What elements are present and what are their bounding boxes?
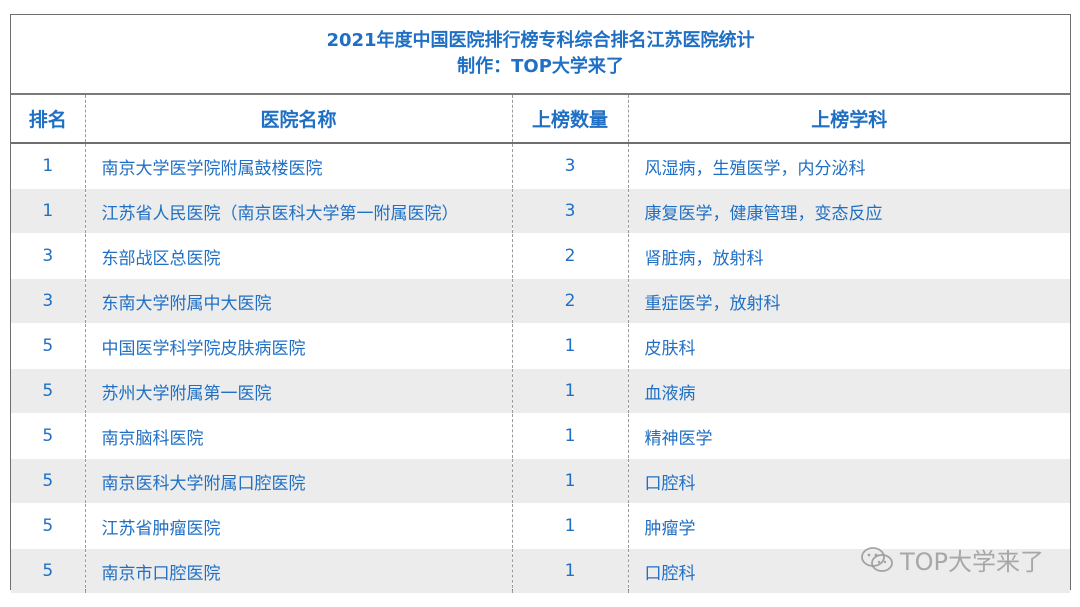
cell-hospital-name: 东部战区总医院 xyxy=(84,233,512,279)
cell-hospital-name: 南京医科大学附属口腔医院 xyxy=(84,458,512,504)
cell-subjects: 血液病 xyxy=(627,368,1070,414)
cell-count: 2 xyxy=(511,233,628,279)
cell-count: 3 xyxy=(511,143,628,189)
cell-subjects: 口腔科 xyxy=(627,458,1070,504)
table-row: 5 苏州大学附属第一医院 1 血液病 xyxy=(11,368,1070,414)
cell-count: 1 xyxy=(511,503,628,549)
cell-hospital-name: 东南大学附属中大医院 xyxy=(84,278,512,324)
cell-rank: 5 xyxy=(11,503,85,549)
cell-rank: 3 xyxy=(11,233,85,279)
cell-subjects: 风湿病，生殖医学，内分泌科 xyxy=(627,143,1070,189)
cell-subjects: 精神医学 xyxy=(627,413,1070,459)
table-row: 3 东部战区总医院 2 肾脏病，放射科 xyxy=(11,233,1070,279)
cell-count: 3 xyxy=(511,188,628,234)
cell-hospital-name: 苏州大学附属第一医院 xyxy=(84,368,512,414)
cell-rank: 5 xyxy=(11,368,85,414)
table-row: 3 东南大学附属中大医院 2 重症医学，放射科 xyxy=(11,278,1070,324)
table-row: 1 江苏省人民医院（南京医科大学第一附属医院） 3 康复医学，健康管理，变态反应 xyxy=(11,188,1070,234)
cell-count: 1 xyxy=(511,548,628,594)
cell-rank: 5 xyxy=(11,458,85,504)
table-row: 5 江苏省肿瘤医院 1 肿瘤学 xyxy=(11,503,1070,549)
header-rank: 排名 xyxy=(11,95,85,144)
table-row: 5 南京市口腔医院 1 口腔科 xyxy=(11,548,1070,594)
page: 2021年度中国医院排行榜专科综合排名江苏医院统计 制作：TOP大学来了 排名 … xyxy=(0,0,1080,607)
cell-subjects: 皮肤科 xyxy=(627,323,1070,369)
cell-subjects: 肾脏病，放射科 xyxy=(627,233,1070,279)
title-block: 2021年度中国医院排行榜专科综合排名江苏医院统计 制作：TOP大学来了 xyxy=(11,15,1070,95)
cell-rank: 5 xyxy=(11,548,85,594)
cell-hospital-name: 南京脑科医院 xyxy=(84,413,512,459)
cell-rank: 3 xyxy=(11,278,85,324)
cell-hospital-name: 中国医学科学院皮肤病医院 xyxy=(84,323,512,369)
cell-rank: 1 xyxy=(11,188,85,234)
cell-count: 1 xyxy=(511,323,628,369)
table-row: 1 南京大学医学院附属鼓楼医院 3 风湿病，生殖医学，内分泌科 xyxy=(11,143,1070,189)
page-title: 2021年度中国医院排行榜专科综合排名江苏医院统计 xyxy=(326,30,755,51)
cell-hospital-name: 南京大学医学院附属鼓楼医院 xyxy=(84,143,512,189)
table-frame: 2021年度中国医院排行榜专科综合排名江苏医院统计 制作：TOP大学来了 排名 … xyxy=(10,14,1071,594)
cell-rank: 5 xyxy=(11,413,85,459)
cell-count: 2 xyxy=(511,278,628,324)
cell-count: 1 xyxy=(511,413,628,459)
table-row: 5 南京医科大学附属口腔医院 1 口腔科 xyxy=(11,458,1070,504)
cell-rank: 1 xyxy=(11,143,85,189)
cell-count: 1 xyxy=(511,458,628,504)
header-subjects: 上榜学科 xyxy=(627,95,1070,144)
table-header-row: 排名 医院名称 上榜数量 上榜学科 xyxy=(11,95,1070,144)
header-hospital-name: 医院名称 xyxy=(84,95,512,144)
cell-hospital-name: 南京市口腔医院 xyxy=(84,548,512,594)
cell-subjects: 肿瘤学 xyxy=(627,503,1070,549)
table-body: 1 南京大学医学院附属鼓楼医院 3 风湿病，生殖医学，内分泌科 1 江苏省人民医… xyxy=(11,143,1070,594)
ranking-table: 排名 医院名称 上榜数量 上榜学科 1 南京大学医学院附属鼓楼医院 3 风湿病，… xyxy=(11,95,1070,594)
cell-hospital-name: 江苏省人民医院（南京医科大学第一附属医院） xyxy=(84,188,512,234)
header-count: 上榜数量 xyxy=(511,95,628,144)
cell-rank: 5 xyxy=(11,323,85,369)
cell-hospital-name: 江苏省肿瘤医院 xyxy=(84,503,512,549)
cell-subjects: 康复医学，健康管理，变态反应 xyxy=(627,188,1070,234)
cell-subjects: 重症医学，放射科 xyxy=(627,278,1070,324)
page-subtitle: 制作：TOP大学来了 xyxy=(457,56,624,77)
table-row: 5 中国医学科学院皮肤病医院 1 皮肤科 xyxy=(11,323,1070,369)
cell-subjects: 口腔科 xyxy=(627,548,1070,594)
cell-count: 1 xyxy=(511,368,628,414)
table-row: 5 南京脑科医院 1 精神医学 xyxy=(11,413,1070,459)
